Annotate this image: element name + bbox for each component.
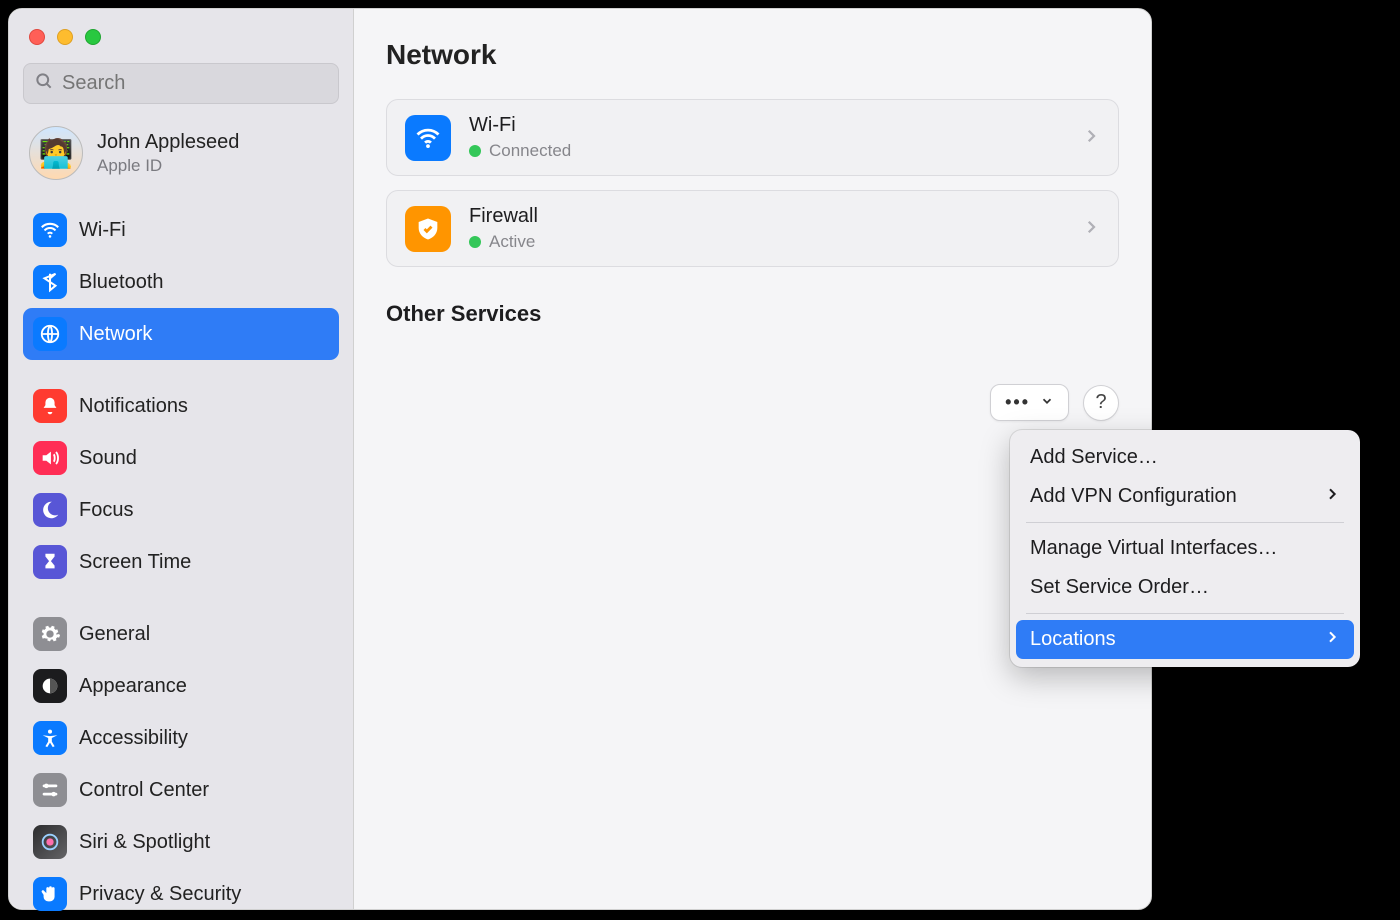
profile-name: John Appleseed [97,131,239,154]
menu-item-add-vpn-configuration[interactable]: Add VPN Configuration [1016,477,1354,516]
sidebar-item-appearance[interactable]: Appearance [23,660,339,712]
sidebar-group-system: General Appearance Accessibility Control… [23,608,339,920]
page-title: Network [386,39,1119,71]
sidebar-item-wifi[interactable]: Wi-Fi [23,204,339,256]
sidebar-item-label: Screen Time [79,551,191,574]
hand-icon [33,877,67,911]
globe-icon [33,317,67,351]
system-settings-window: 🧑‍💻 John Appleseed Apple ID Wi-Fi Blueto… [8,8,1152,910]
sidebar-item-focus[interactable]: Focus [23,484,339,536]
menu-item-label: Locations [1030,628,1116,651]
ellipsis-icon: ••• [1005,392,1030,413]
window-controls [23,23,339,63]
close-window-button[interactable] [29,29,45,45]
apple-id-profile[interactable]: 🧑‍💻 John Appleseed Apple ID [23,122,339,196]
sidebar-item-siri-spotlight[interactable]: Siri & Spotlight [23,816,339,868]
menu-item-manage-virtual-interfaces[interactable]: Manage Virtual Interfaces… [1016,529,1354,568]
search-input[interactable] [62,72,328,95]
sidebar-item-label: Control Center [79,779,209,802]
sidebar-item-sound[interactable]: Sound [23,432,339,484]
speaker-icon [33,441,67,475]
sidebar-item-bluetooth[interactable]: Bluetooth [23,256,339,308]
service-status: Connected [489,141,571,161]
menu-item-add-service[interactable]: Add Service… [1016,438,1354,477]
chevron-down-icon [1040,392,1054,413]
sidebar-item-label: Sound [79,447,137,470]
more-actions-button[interactable]: ••• [990,384,1069,421]
more-actions-menu: Add Service… Add VPN Configuration Manag… [1010,430,1360,667]
wifi-icon [33,213,67,247]
sidebar-item-accessibility[interactable]: Accessibility [23,712,339,764]
menu-item-label: Add VPN Configuration [1030,485,1237,508]
avatar: 🧑‍💻 [29,126,83,180]
search-field[interactable] [23,63,339,104]
sidebar-item-label: Notifications [79,395,188,418]
wifi-icon [405,115,451,161]
status-dot-icon [469,236,481,248]
sidebar-item-control-center[interactable]: Control Center [23,764,339,816]
help-button[interactable]: ? [1083,385,1119,421]
service-title: Wi-Fi [469,114,1064,137]
chevron-right-icon [1324,485,1340,508]
bluetooth-icon [33,265,67,299]
chevron-right-icon [1324,628,1340,651]
firewall-icon [405,206,451,252]
appearance-icon [33,669,67,703]
sidebar-item-privacy-security[interactable]: Privacy & Security [23,868,339,920]
chevron-right-icon [1082,125,1100,151]
menu-item-label: Add Service… [1030,446,1158,469]
zoom-window-button[interactable] [85,29,101,45]
sidebar-item-label: Focus [79,499,133,522]
sidebar-item-label: Accessibility [79,727,188,750]
sidebar-item-general[interactable]: General [23,608,339,660]
moon-icon [33,493,67,527]
menu-item-locations[interactable]: Locations [1016,620,1354,659]
menu-separator [1026,522,1344,523]
menu-item-label: Set Service Order… [1030,576,1209,599]
sidebar-item-label: Siri & Spotlight [79,831,210,854]
sidebar: 🧑‍💻 John Appleseed Apple ID Wi-Fi Blueto… [9,9,354,909]
profile-subtitle: Apple ID [97,156,239,176]
sidebar-group-network: Wi-Fi Bluetooth Network [23,204,339,360]
sidebar-item-network[interactable]: Network [23,308,339,360]
question-icon: ? [1095,391,1106,414]
minimize-window-button[interactable] [57,29,73,45]
sidebar-item-label: Privacy & Security [79,883,241,906]
search-icon [34,71,54,96]
sidebar-item-label: General [79,623,150,646]
section-other-services: Other Services [386,301,1119,327]
chevron-right-icon [1082,216,1100,242]
sidebar-item-label: Wi-Fi [79,219,126,242]
services-toolbar: ••• ? [990,384,1119,421]
sidebar-group-alerts: Notifications Sound Focus Screen Time [23,380,339,588]
sliders-icon [33,773,67,807]
sidebar-item-label: Appearance [79,675,187,698]
service-title: Firewall [469,205,1064,228]
service-status: Active [489,232,535,252]
service-row-wifi[interactable]: Wi-Fi Connected [386,99,1119,176]
bell-icon [33,389,67,423]
accessibility-icon [33,721,67,755]
menu-separator [1026,613,1344,614]
sidebar-item-screen-time[interactable]: Screen Time [23,536,339,588]
sidebar-item-notifications[interactable]: Notifications [23,380,339,432]
status-dot-icon [469,145,481,157]
sidebar-item-label: Network [79,323,152,346]
menu-item-set-service-order[interactable]: Set Service Order… [1016,568,1354,607]
siri-icon [33,825,67,859]
hourglass-icon [33,545,67,579]
gear-icon [33,617,67,651]
sidebar-item-label: Bluetooth [79,271,164,294]
menu-item-label: Manage Virtual Interfaces… [1030,537,1278,560]
service-row-firewall[interactable]: Firewall Active [386,190,1119,267]
